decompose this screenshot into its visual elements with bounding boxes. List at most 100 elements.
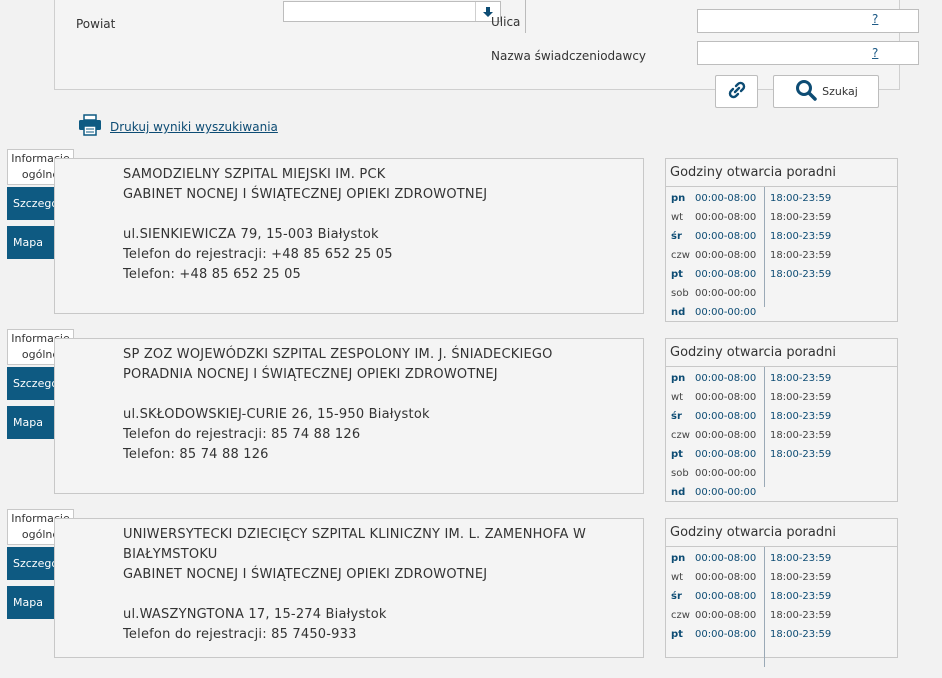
result-entry: Informacje ogólne Szczegóły Mapa SAMODZI… (0, 149, 942, 322)
hours-evening: 18:00-23:59 (770, 572, 832, 583)
hours-morning: 00:00-00:00 (695, 487, 757, 498)
search-button[interactable]: Szukaj (773, 75, 879, 108)
hours-row: wt 00:00-08:00 18:00-23:59 (666, 569, 897, 588)
opening-hours-title: Godziny otwarcia poradni (670, 345, 836, 360)
column-divider (525, 0, 526, 33)
hours-day: nd (671, 487, 686, 498)
print-results-row[interactable]: Drukuj wyniki wyszukiwania (78, 114, 278, 140)
provider-name: SAMODZIELNY SZPITAL MIEJSKI IM. PCK (123, 167, 386, 182)
provider-name: SP ZOZ WOJEWÓDZKI SZPITAL ZESPOLONY IM. … (123, 347, 553, 362)
hours-row: wt 00:00-08:00 18:00-23:59 (666, 209, 897, 228)
provider-name: UNIWERSYTECKI DZIECIĘCY SZPITAL KLINICZN… (123, 527, 587, 542)
hours-day: czw (671, 610, 690, 621)
opening-hours-title: Godziny otwarcia poradni (670, 165, 836, 180)
hours-evening: 18:00-23:59 (770, 411, 832, 422)
hours-evening: 18:00-23:59 (770, 193, 832, 204)
printer-icon (78, 114, 102, 140)
hours-morning: 00:00-08:00 (695, 212, 757, 223)
hours-day: pt (671, 449, 683, 460)
hours-row: pt 00:00-08:00 18:00-23:59 (666, 626, 897, 645)
hours-row: pn 00:00-08:00 18:00-23:59 (666, 550, 897, 569)
hours-row: śr 00:00-08:00 18:00-23:59 (666, 228, 897, 247)
provider-info-box: SAMODZIELNY SZPITAL MIEJSKI IM. PCK GABI… (54, 158, 644, 314)
hours-morning: 00:00-08:00 (695, 430, 757, 441)
hours-morning: 00:00-00:00 (695, 468, 757, 479)
hours-morning: 00:00-08:00 (695, 553, 757, 564)
hours-evening: 18:00-23:59 (770, 373, 832, 384)
address: ul.WASZYNGTONA 17, 15-274 Białystok (123, 607, 387, 622)
hours-row: czw 00:00-08:00 18:00-23:59 (666, 607, 897, 626)
copy-link-button[interactable] (715, 75, 758, 108)
ulica-label: Ulica (491, 15, 521, 29)
provider-info-text: UNIWERSYTECKI DZIECIĘCY SZPITAL KLINICZN… (123, 525, 586, 645)
hours-row: sob 00:00-00:00 (666, 465, 897, 484)
hours-morning: 00:00-08:00 (695, 250, 757, 261)
provider-help-link[interactable]: ? (872, 46, 878, 60)
hours-day: wt (671, 212, 684, 223)
hours-day: śr (671, 231, 682, 242)
ulica-help-link[interactable]: ? (872, 12, 878, 26)
hours-day: nd (671, 307, 686, 318)
hours-morning: 00:00-08:00 (695, 572, 757, 583)
hours-evening: 18:00-23:59 (770, 212, 832, 223)
hours-day: śr (671, 411, 682, 422)
powiat-select[interactable] (283, 1, 501, 22)
hours-divider (666, 186, 897, 187)
registration-phone: Telefon do rejestracji: +48 85 652 25 05 (123, 247, 393, 262)
hours-evening: 18:00-23:59 (770, 610, 832, 621)
hours-evening: 18:00-23:59 (770, 591, 832, 602)
hours-morning: 00:00-08:00 (695, 449, 757, 460)
hours-evening: 18:00-23:59 (770, 449, 832, 460)
hours-day: wt (671, 392, 684, 403)
hours-day: czw (671, 250, 690, 261)
address: ul.SKŁODOWSKIEJ-CURIE 26, 15-950 Białyst… (123, 407, 430, 422)
provider-input[interactable] (697, 41, 919, 65)
hours-row: czw 00:00-08:00 18:00-23:59 (666, 247, 897, 266)
hours-row: pn 00:00-08:00 18:00-23:59 (666, 190, 897, 209)
phone: Telefon: +48 85 652 25 05 (123, 267, 302, 282)
link-icon (726, 79, 748, 105)
hours-divider (666, 546, 897, 547)
opening-hours-box: Godziny otwarcia poradni pn 00:00-08:00 18… (665, 338, 898, 502)
clinic-name: GABINET NOCNEJ I ŚWIĄTECZNEJ OPIEKI ZDRO… (123, 187, 488, 202)
opening-hours-title: Godziny otwarcia poradni (670, 525, 836, 540)
print-results-link[interactable]: Drukuj wyniki wyszukiwania (110, 120, 278, 134)
provider-label: Nazwa świadczeniodawcy (491, 49, 647, 63)
hours-morning: 00:00-08:00 (695, 629, 757, 640)
hours-day: pn (671, 193, 686, 204)
hours-divider (666, 366, 897, 367)
hours-row: nd 00:00-00:00 (666, 484, 897, 503)
hours-row: wt 00:00-08:00 18:00-23:59 (666, 389, 897, 408)
hours-day: czw (671, 430, 690, 441)
hours-row: śr 00:00-08:00 18:00-23:59 (666, 588, 897, 607)
clinic-name: PORADNIA NOCNEJ I ŚWIĄTECZNEJ OPIEKI ZDR… (123, 367, 498, 382)
hours-morning: 00:00-08:00 (695, 193, 757, 204)
hours-day: sob (671, 468, 689, 479)
hours-day: sob (671, 288, 689, 299)
powiat-label: Powiat (76, 17, 116, 31)
hours-row: pt 00:00-08:00 18:00-23:59 (666, 446, 897, 465)
address: ul.SIENKIEWICZA 79, 15-003 Białystok (123, 227, 379, 242)
hours-morning: 00:00-08:00 (695, 591, 757, 602)
hours-evening: 18:00-23:59 (770, 430, 832, 441)
hours-row: nd 00:00-00:00 (666, 304, 897, 323)
hours-row: czw 00:00-08:00 18:00-23:59 (666, 427, 897, 446)
hours-morning: 00:00-00:00 (695, 288, 757, 299)
hours-evening: 18:00-23:59 (770, 392, 832, 403)
provider-info-text: SP ZOZ WOJEWÓDZKI SZPITAL ZESPOLONY IM. … (123, 345, 553, 465)
provider-info-box: UNIWERSYTECKI DZIECIĘCY SZPITAL KLINICZN… (54, 518, 644, 658)
provider-info-box: SP ZOZ WOJEWÓDZKI SZPITAL ZESPOLONY IM. … (54, 338, 644, 494)
magnifier-icon (794, 78, 818, 105)
ulica-input[interactable] (697, 9, 919, 33)
hours-evening: 18:00-23:59 (770, 250, 832, 261)
hours-morning: 00:00-08:00 (695, 231, 757, 242)
hours-morning: 00:00-08:00 (695, 392, 757, 403)
hours-day: pt (671, 629, 683, 640)
hours-evening: 18:00-23:59 (770, 553, 832, 564)
hours-morning: 00:00-00:00 (695, 307, 757, 318)
opening-hours-box: Godziny otwarcia poradni pn 00:00-08:00 18… (665, 158, 898, 322)
registration-phone: Telefon do rejestracji: 85 7450-933 (123, 627, 357, 642)
hours-day: pn (671, 373, 686, 384)
hours-row: sob 00:00-00:00 (666, 285, 897, 304)
hours-evening: 18:00-23:59 (770, 269, 832, 280)
